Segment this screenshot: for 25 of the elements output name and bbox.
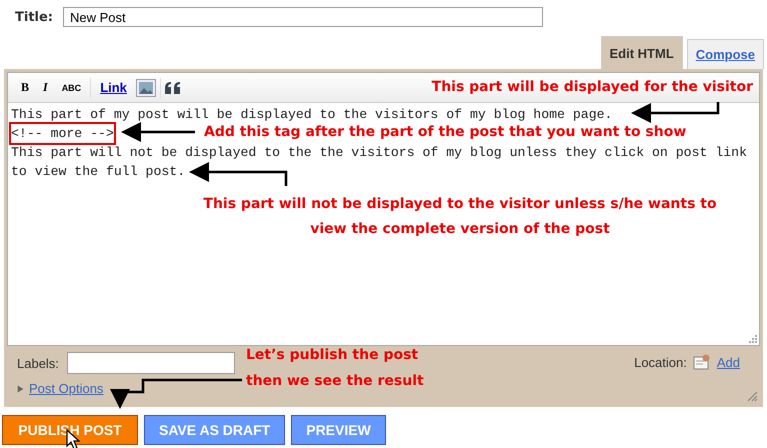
resize-grip-icon[interactable] <box>746 390 758 402</box>
title-label: Title: <box>15 10 54 24</box>
labels-field[interactable] <box>66 352 235 374</box>
bold-button[interactable]: B <box>16 78 34 97</box>
labels-label: Labels: <box>17 356 59 370</box>
image-icon[interactable] <box>136 78 156 96</box>
tab[interactable]: Compose <box>686 39 764 69</box>
annotation-text: Add this tag after the part of the post that you want to show <box>204 123 686 142</box>
link-button[interactable]: Link <box>95 78 132 97</box>
expand-triangle-icon[interactable] <box>17 384 24 394</box>
code-line: to view the full post. <box>11 163 186 181</box>
tab[interactable]: Edit HTML <box>600 36 683 69</box>
resize-grip-icon[interactable] <box>749 335 757 343</box>
map-icon <box>692 354 711 370</box>
quote-icon[interactable] <box>164 82 181 94</box>
annotation-text: Let’s publish the post then we see the result <box>246 346 425 391</box>
italic-button[interactable]: I <box>38 78 53 97</box>
annotation-text: This part will be displayed for the visitor <box>432 78 753 97</box>
code-line: <!-- more --> <box>11 124 114 143</box>
annotation-text: This part will not be displayed to the visitor unless s/he wants to view the complete version of the post <box>202 195 718 239</box>
code-line: This part of my post will be displayed to the visitors of my blog home page. <box>11 106 612 124</box>
title-field[interactable]: New Post <box>63 7 544 27</box>
code-line: This part will not be displayed to the the visitors of my blog unless they click on post link <box>11 144 747 162</box>
location-label: Location: <box>634 354 687 370</box>
spellcheck-button[interactable]: ABC <box>56 80 86 94</box>
